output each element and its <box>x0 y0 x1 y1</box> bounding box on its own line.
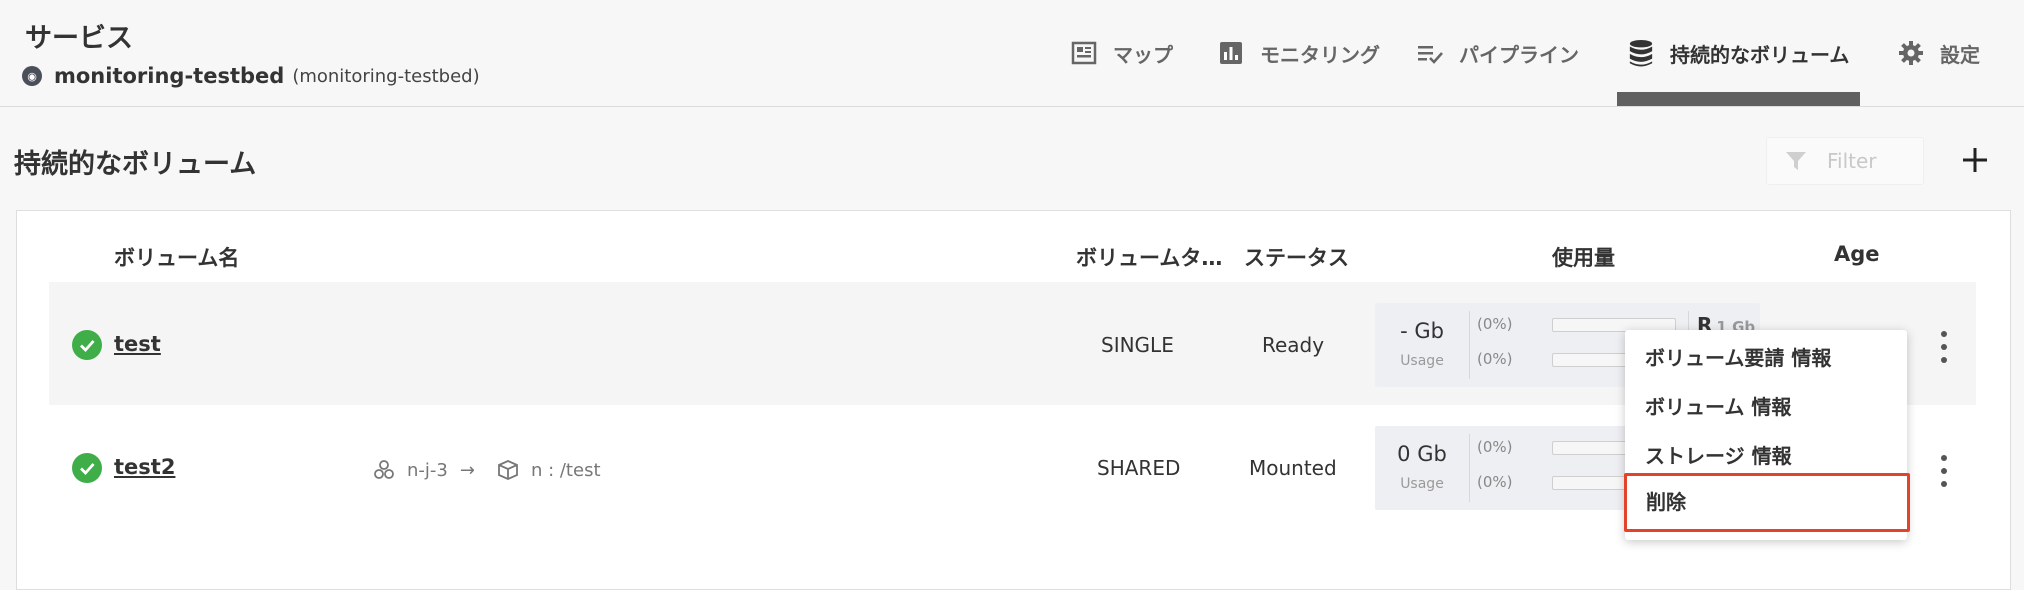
menu-item-storage-info[interactable]: ストレージ 情報 <box>1645 440 1792 469</box>
tab-persistent-volume[interactable]: 持続的なボリューム <box>1628 0 1849 106</box>
check-circle-icon <box>72 453 102 483</box>
menu-item-delete[interactable]: 削除 <box>1646 486 1686 515</box>
usage-label: Usage <box>1400 476 1444 492</box>
usage-value: - Gb <box>1400 319 1444 343</box>
tab-persistent-volume-label: 持続的なボリューム <box>1670 42 1850 67</box>
page-title: 持続的なボリューム <box>14 149 257 180</box>
header-title: サービス <box>25 23 133 54</box>
service-namespace: (monitoring-testbed) <box>292 65 480 87</box>
tab-pipeline[interactable]: パイプライン <box>1417 0 1579 106</box>
volume-name-link[interactable]: test <box>114 332 161 356</box>
usage-label: Usage <box>1400 353 1444 369</box>
bar-chart-icon <box>1218 40 1244 66</box>
add-volume-button[interactable] <box>1955 140 1995 180</box>
usage-percent: (0%) <box>1477 473 1513 491</box>
tab-pipeline-label: パイプライン <box>1459 42 1579 67</box>
column-header-age[interactable]: Age <box>1834 242 1880 266</box>
usage-percent: (0%) <box>1477 350 1513 368</box>
volume-name-link[interactable]: test2 <box>114 455 175 479</box>
tab-settings[interactable]: 設定 <box>1898 0 1980 106</box>
page-header: サービス ◉ monitoring-testbed (monitoring-te… <box>0 0 2024 107</box>
filter-input[interactable] <box>1825 148 1919 174</box>
plus-icon <box>1963 148 1987 172</box>
node-name: n-j-3 <box>407 459 448 481</box>
storage-icon <box>497 459 519 481</box>
column-header-status[interactable]: ステータス <box>1244 242 1349 272</box>
check-circle-icon <box>72 330 102 360</box>
service-icon: ◉ <box>22 66 42 86</box>
tab-settings-label: 設定 <box>1940 42 1980 67</box>
volume-status: Mounted <box>1249 456 1337 480</box>
menu-item-volume-info[interactable]: ボリューム 情報 <box>1645 391 1791 420</box>
database-icon <box>1628 40 1654 67</box>
pipeline-icon <box>1417 40 1443 66</box>
gear-icon <box>1898 40 1924 66</box>
menu-item-delete-highlight: 削除 <box>1624 473 1910 532</box>
tab-monitoring-label: モニタリング <box>1260 42 1380 67</box>
volume-type: SINGLE <box>1101 333 1174 357</box>
arrow-right-icon: → <box>459 459 475 481</box>
tab-map-label: マップ <box>1113 42 1173 67</box>
tab-monitoring[interactable]: モニタリング <box>1218 0 1380 106</box>
column-header-usage[interactable]: 使用量 <box>1552 242 1615 272</box>
map-icon <box>1071 40 1097 66</box>
filter-box[interactable] <box>1766 137 1924 185</box>
usage-percent: (0%) <box>1477 438 1513 456</box>
menu-item-volume-claim-info[interactable]: ボリューム要請 情報 <box>1645 342 1831 371</box>
active-tab-indicator <box>1617 92 1860 106</box>
row-more-icon[interactable] <box>1934 331 1954 363</box>
tab-map[interactable]: マップ <box>1071 0 1173 106</box>
service-info: ◉ monitoring-testbed (monitoring-testbed… <box>22 64 480 88</box>
volume-status: Ready <box>1262 333 1325 357</box>
filter-icon <box>1785 150 1807 172</box>
column-header-volume-type[interactable]: ボリュームタ… <box>1076 242 1222 272</box>
volume-type: SHARED <box>1097 456 1181 480</box>
mount-path: n : /test <box>530 459 601 481</box>
volume-binding: n-j-3 → n : /test <box>373 459 601 481</box>
node-icon <box>373 459 395 481</box>
usage-percent: (0%) <box>1477 315 1513 333</box>
row-more-icon[interactable] <box>1934 455 1954 487</box>
service-name: monitoring-testbed <box>54 64 285 88</box>
usage-value: 0 Gb <box>1397 442 1447 466</box>
column-header-volume-name[interactable]: ボリューム名 <box>114 242 239 272</box>
